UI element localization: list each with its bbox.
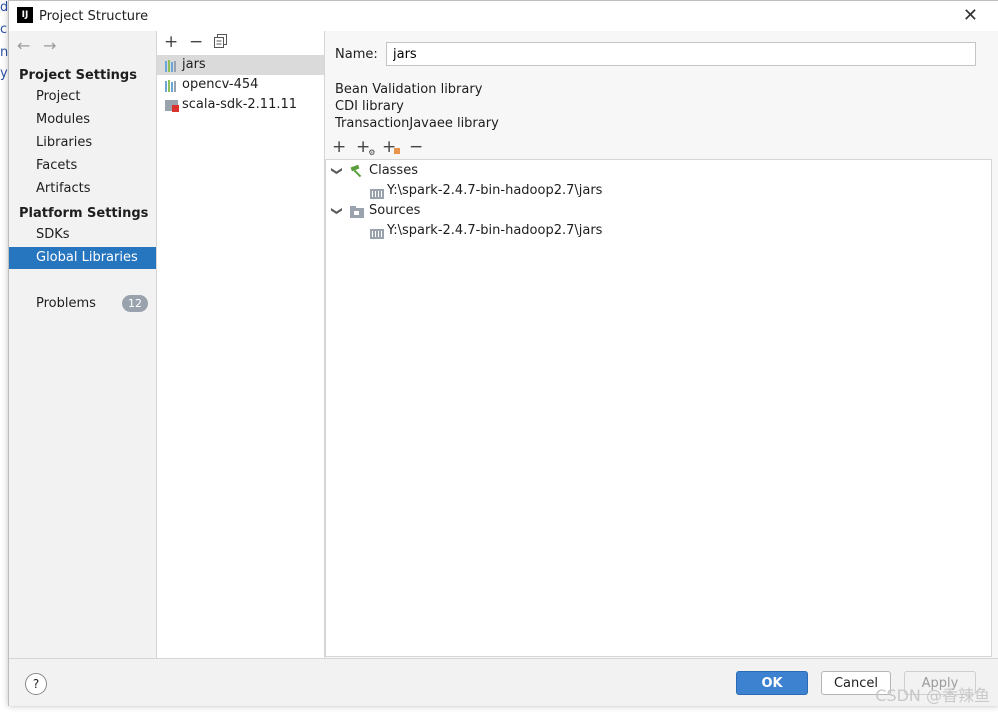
library-detail-panel: Name: Bean Validation library CDI librar… — [325, 31, 998, 658]
problems-count-badge: 12 — [122, 295, 148, 312]
sidebar-item-project[interactable]: Project — [9, 86, 156, 108]
tree-leaf-classes-path[interactable]: Y:\spark-2.4.7-bin-hadoop2.7\jars — [370, 181, 770, 201]
add-icon[interactable]: + — [164, 32, 178, 52]
library-item-scala-sdk[interactable]: scala-sdk-2.11.11 — [157, 95, 324, 115]
tree-node-classes[interactable]: ❯ Classes — [331, 161, 632, 181]
ok-button[interactable]: OK — [736, 671, 808, 695]
remove-icon[interactable]: − — [189, 32, 203, 52]
attach-jar-icon[interactable]: + — [382, 137, 402, 157]
roots-toolbar: + +⚙ + − — [325, 137, 998, 159]
sidebar-item-artifacts[interactable]: Artifacts — [9, 178, 156, 200]
intellij-app-icon: IJ — [17, 7, 33, 23]
library-item-jars[interactable]: jars — [157, 55, 324, 75]
sidebar-item-global-libraries[interactable]: Global Libraries — [9, 247, 156, 269]
add-icon[interactable]: + — [332, 137, 346, 157]
sidebar-item-label: SDKs — [36, 227, 70, 242]
sidebar-item-sdks[interactable]: SDKs — [9, 224, 156, 246]
used-in-library: CDI library — [335, 99, 404, 114]
settings-sidebar: ← → Project Settings Project Modules Lib… — [9, 31, 157, 658]
name-label: Name: — [335, 47, 378, 62]
background-code-fragment: c — [0, 22, 8, 37]
csdn-watermark: CSDN @香辣鱼 — [875, 686, 990, 705]
library-icon — [165, 79, 178, 92]
sources-path: Y:\spark-2.4.7-bin-hadoop2.7\jars — [387, 223, 603, 238]
library-icon — [165, 59, 178, 72]
sidebar-item-modules[interactable]: Modules — [9, 109, 156, 131]
sidebar-item-label: Facets — [36, 158, 78, 173]
global-libraries-list-panel: + − jars opencv-454 scala-sdk-2.11.11 — [157, 31, 325, 658]
copy-icon[interactable] — [214, 34, 228, 55]
remove-icon[interactable]: − — [409, 137, 423, 157]
scala-sdk-icon — [165, 99, 179, 112]
chevron-down-icon[interactable]: ❯ — [327, 206, 347, 215]
sidebar-item-facets[interactable]: Facets — [9, 155, 156, 177]
sidebar-item-label: Global Libraries — [36, 250, 138, 265]
window-title: Project Structure — [39, 9, 149, 24]
forward-arrow-icon[interactable]: → — [43, 36, 56, 55]
library-label: opencv-454 — [182, 77, 259, 92]
tree-leaf-sources-path[interactable]: Y:\spark-2.4.7-bin-hadoop2.7\jars — [370, 221, 770, 241]
sidebar-item-label: Modules — [36, 112, 91, 127]
background-code-fragment: y — [0, 66, 8, 81]
sidebar-item-label: Project — [36, 89, 81, 104]
library-label: jars — [182, 57, 206, 72]
used-in-library: Bean Validation library — [335, 82, 483, 97]
project-structure-dialog: IJ Project Structure ✕ ← → Project Setti… — [8, 0, 998, 706]
hammer-icon — [350, 164, 364, 185]
dialog-footer: ? OK Cancel Apply — [9, 658, 998, 706]
attach-classes-icon[interactable]: +⚙ — [356, 137, 377, 160]
library-item-opencv[interactable]: opencv-454 — [157, 75, 324, 95]
background-code-fragment: n — [0, 45, 9, 60]
sources-label: Sources — [369, 203, 421, 218]
help-button[interactable]: ? — [25, 673, 47, 695]
sidebar-item-label: Problems — [36, 296, 96, 311]
used-in-library: TransactionJavaee library — [335, 116, 499, 131]
close-icon[interactable]: ✕ — [963, 5, 978, 26]
libraries-toolbar: + − — [157, 31, 324, 56]
sidebar-item-label: Libraries — [36, 135, 93, 150]
library-label: scala-sdk-2.11.11 — [182, 97, 298, 112]
project-settings-header: Project Settings — [19, 68, 137, 83]
classes-path: Y:\spark-2.4.7-bin-hadoop2.7\jars — [387, 183, 603, 198]
jar-folder-icon — [370, 226, 384, 246]
tree-node-sources[interactable]: ❯ Sources — [331, 201, 632, 221]
library-roots-tree: ❯ Classes Y:\spark-2.4.7-bin-hadoop2.7\j… — [325, 159, 992, 657]
classes-label: Classes — [369, 163, 418, 178]
back-arrow-icon[interactable]: ← — [17, 36, 30, 55]
sidebar-item-libraries[interactable]: Libraries — [9, 132, 156, 154]
platform-settings-header: Platform Settings — [19, 206, 149, 221]
sidebar-item-problems[interactable]: Problems 12 — [9, 293, 156, 315]
source-folder-icon — [350, 205, 364, 225]
title-bar: IJ Project Structure ✕ — [9, 1, 998, 31]
library-name-input[interactable] — [386, 42, 976, 66]
chevron-down-icon[interactable]: ❯ — [327, 166, 347, 175]
sidebar-item-label: Artifacts — [36, 181, 91, 196]
